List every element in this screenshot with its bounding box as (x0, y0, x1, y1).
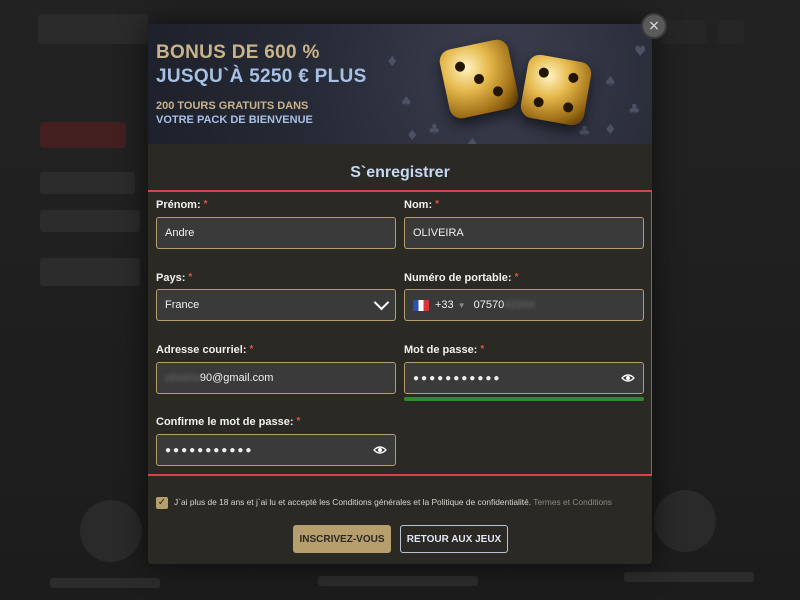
country-label: Pays: * (156, 272, 193, 284)
last-name-label: Nom: * (404, 199, 440, 211)
eye-icon[interactable] (373, 444, 387, 456)
heart-icon: ♥ (634, 44, 647, 60)
first-name-input[interactable]: Andre (156, 217, 396, 249)
confirm-password-label: Confirme le mot de passe: * (156, 416, 301, 428)
france-flag-icon[interactable] (413, 299, 429, 311)
eye-icon[interactable] (621, 372, 635, 384)
terms-text: J`ai plus de 18 ans et j`ai lu et accept… (174, 497, 612, 507)
close-icon[interactable]: × (641, 13, 667, 39)
country-code[interactable]: +33 (435, 299, 454, 311)
dice-icon (437, 37, 521, 121)
last-name-input[interactable]: OLIVEIRA (404, 217, 644, 249)
spade-icon: ♠ (604, 74, 617, 90)
form-title: S`enregistrer (350, 164, 450, 181)
chevron-down-icon (373, 294, 390, 311)
first-name-label: Prénom: * (156, 199, 208, 211)
club-icon: ♣ (628, 102, 641, 118)
spade-icon: ♠ (400, 94, 413, 110)
diamond-icon: ♦ (386, 54, 399, 70)
back-to-games-button[interactable]: RETOUR AUX JEUX (400, 525, 508, 553)
phone-input[interactable]: +33 ▼ 07570 62944 (404, 289, 644, 321)
banner-title-line1: BONUS DE 600 % (156, 42, 320, 63)
club-icon: ♣ (428, 122, 441, 138)
terms-checkbox[interactable]: ✓ (156, 497, 168, 509)
country-select[interactable]: France (156, 289, 396, 321)
password-label: Mot de passe: * (404, 344, 485, 356)
registration-modal: ♠ ♣ ♦ ♥ ♠ ♣ ♦ ♣ ♥ ♦ ♠ BONUS DE 600 % JUS… (148, 24, 652, 564)
banner-subtitle-line1: 200 TOURS GRATUITS DANS (156, 100, 309, 112)
confirm-password-input[interactable]: ●●●●●●●●●●● (156, 434, 396, 466)
banner-title-line2: JUSQU`À 5250 € PLUS (156, 66, 367, 87)
password-strength-bar (404, 397, 644, 401)
email-input[interactable]: oliveira 90@gmail.com (156, 362, 396, 394)
banner-subtitle-line2: VOTRE PACK DE BIENVENUE (156, 114, 313, 126)
caret-down-icon[interactable]: ▼ (458, 301, 466, 310)
spade-icon: ♠ (466, 136, 479, 144)
bonus-banner: ♠ ♣ ♦ ♥ ♠ ♣ ♦ ♣ ♥ ♦ ♠ BONUS DE 600 % JUS… (148, 24, 652, 144)
terms-link[interactable]: Termes et Conditions (533, 497, 612, 507)
dice-icon (518, 52, 594, 128)
club-icon: ♣ (578, 124, 591, 140)
diamond-icon: ♦ (604, 122, 617, 138)
email-label: Adresse courriel: * (156, 344, 254, 356)
phone-label: Numéro de portable: * (404, 272, 519, 284)
diamond-icon: ♦ (406, 128, 419, 144)
register-button[interactable]: INSCRIVEZ-VOUS (293, 525, 391, 553)
password-input[interactable]: ●●●●●●●●●●● (404, 362, 644, 394)
